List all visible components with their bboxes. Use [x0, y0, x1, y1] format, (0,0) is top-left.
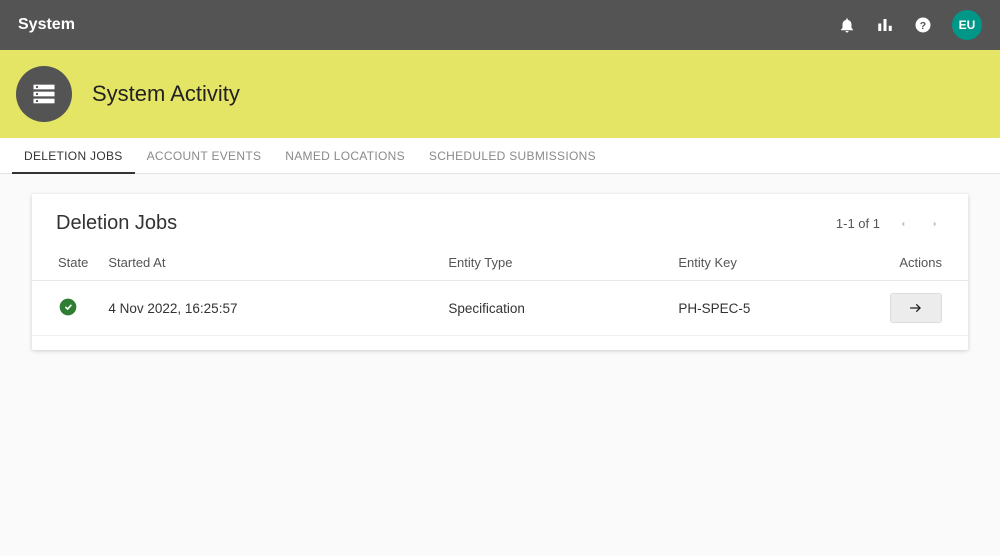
col-state: State [32, 243, 98, 281]
tab-deletion-jobs[interactable]: DELETION JOBS [12, 138, 135, 173]
table-header-row: State Started At Entity Type Entity Key … [32, 243, 968, 281]
tab-strip: DELETION JOBS ACCOUNT EVENTS NAMED LOCAT… [0, 138, 1000, 174]
topbar: System ? EU [0, 0, 1000, 50]
bar-chart-icon[interactable] [876, 16, 894, 34]
svg-text:?: ? [920, 20, 926, 32]
storage-icon [16, 66, 72, 122]
col-entity-key: Entity Key [668, 243, 868, 281]
page-title: System Activity [92, 81, 240, 107]
pagination: 1-1 of 1 [836, 215, 944, 233]
prev-page-button[interactable] [894, 215, 912, 233]
page-header: System Activity [0, 50, 1000, 138]
brand[interactable]: System [18, 16, 75, 34]
card-header: Deletion Jobs 1-1 of 1 [32, 194, 968, 243]
col-actions: Actions [868, 243, 968, 281]
tab-named-locations[interactable]: NAMED LOCATIONS [273, 138, 417, 173]
col-entity-type: Entity Type [438, 243, 668, 281]
col-started-at: Started At [98, 243, 438, 281]
next-page-button[interactable] [926, 215, 944, 233]
avatar[interactable]: EU [952, 10, 982, 40]
topbar-icons: ? EU [838, 10, 982, 40]
tab-scheduled-submissions[interactable]: SCHEDULED SUBMISSIONS [417, 138, 608, 173]
view-job-button[interactable] [890, 293, 942, 323]
check-circle-icon [58, 297, 78, 317]
help-icon[interactable]: ? [914, 16, 932, 34]
pagination-label: 1-1 of 1 [836, 216, 880, 231]
deletion-jobs-card: Deletion Jobs 1-1 of 1 State Started At … [32, 194, 968, 350]
cell-started-at: 4 Nov 2022, 16:25:57 [98, 281, 438, 336]
cell-entity-type: Specification [438, 281, 668, 336]
table-row: 4 Nov 2022, 16:25:57 Specification PH-SP… [32, 281, 968, 336]
tab-account-events[interactable]: ACCOUNT EVENTS [135, 138, 274, 173]
cell-entity-key: PH-SPEC-5 [668, 281, 868, 336]
card-title: Deletion Jobs [56, 212, 177, 235]
notifications-icon[interactable] [838, 16, 856, 34]
deletion-jobs-table: State Started At Entity Type Entity Key … [32, 243, 968, 336]
